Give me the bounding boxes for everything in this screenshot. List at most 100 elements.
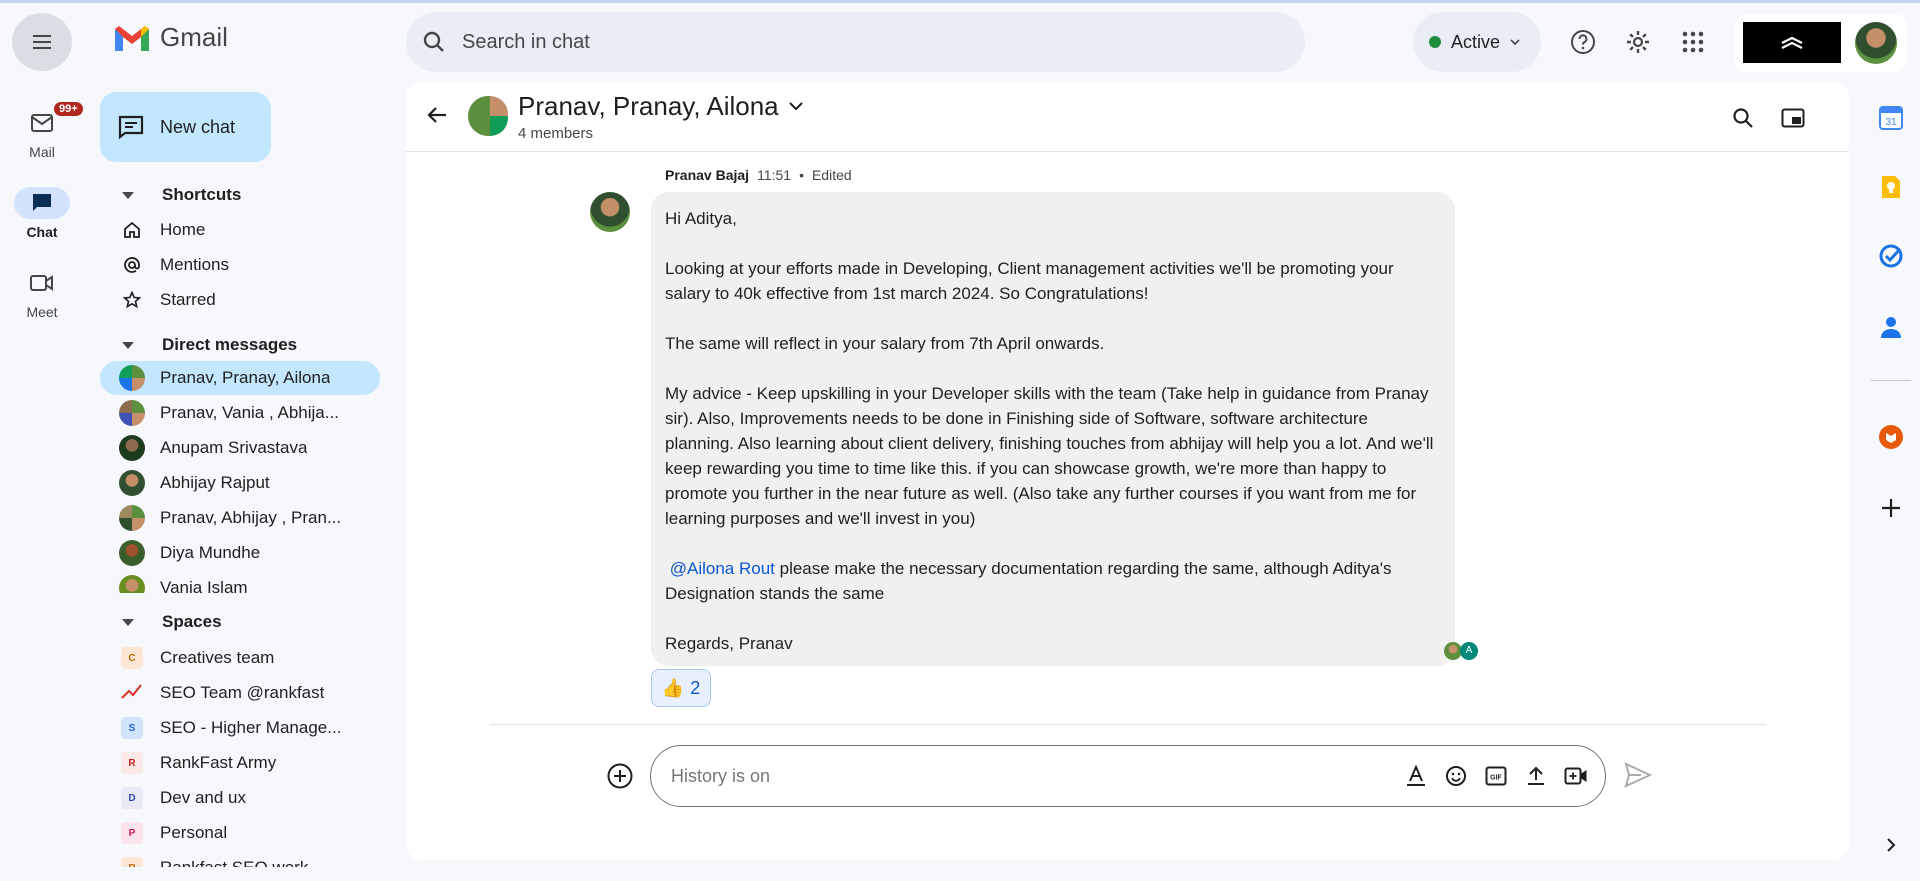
group-avatar bbox=[119, 365, 145, 391]
status-dropdown[interactable]: Active bbox=[1413, 12, 1541, 72]
rail-meet-label: Meet bbox=[26, 304, 58, 320]
chart-trend-icon bbox=[121, 682, 143, 705]
dm-item[interactable]: Pranav, Abhijay , Pran... bbox=[100, 501, 380, 535]
space-label: Personal bbox=[160, 823, 228, 842]
space-item[interactable]: R Rankfast SEO work bbox=[100, 851, 380, 867]
hide-side-panel-button[interactable] bbox=[1875, 829, 1907, 861]
group-avatar bbox=[119, 505, 145, 531]
conversation-header: Pranav, Pranay, Ailona 4 members bbox=[406, 82, 1849, 152]
back-button[interactable] bbox=[426, 104, 448, 129]
reaction-chip[interactable]: 👍 2 bbox=[651, 669, 711, 707]
plus-circle-icon bbox=[607, 763, 633, 789]
message-paragraph: My advice - Keep upskilling in your Deve… bbox=[665, 384, 1434, 528]
gear-icon bbox=[1627, 31, 1649, 53]
shortcuts-section-toggle[interactable]: Shortcuts bbox=[122, 185, 241, 205]
space-item[interactable]: P Personal bbox=[100, 816, 380, 850]
add-video-meeting-button[interactable] bbox=[1563, 762, 1589, 790]
at-sign-icon bbox=[118, 256, 146, 274]
settings-button[interactable] bbox=[1618, 22, 1658, 62]
gmail-logo[interactable]: Gmail bbox=[112, 22, 228, 53]
gif-button[interactable]: GIF bbox=[1483, 762, 1509, 790]
shortcut-starred[interactable]: Starred bbox=[100, 283, 380, 317]
tasks-app-button[interactable] bbox=[1875, 240, 1907, 272]
text-format-icon bbox=[1407, 765, 1425, 786]
thumbs-up-icon: 👍 bbox=[661, 677, 685, 698]
new-chat-label: New chat bbox=[160, 116, 236, 137]
message-greeting: Hi Aditya, bbox=[665, 209, 737, 228]
dm-label: Abhijay Rajput bbox=[160, 473, 270, 492]
contacts-app-button[interactable] bbox=[1875, 311, 1907, 343]
apps-button[interactable] bbox=[1673, 22, 1713, 62]
format-text-button[interactable] bbox=[1403, 762, 1429, 790]
rail-mail[interactable]: 99+ Mail bbox=[0, 100, 85, 160]
shortcut-home[interactable]: Home bbox=[100, 213, 380, 247]
message-paragraph: @Ailona Rout please make the necessary d… bbox=[665, 556, 1441, 606]
dm-item[interactable]: Anupam Srivastava bbox=[100, 431, 380, 465]
chevron-right-icon bbox=[1887, 838, 1896, 852]
new-chat-icon bbox=[118, 115, 144, 139]
rail-chat[interactable]: Chat bbox=[0, 187, 84, 240]
search-input[interactable] bbox=[462, 30, 1262, 54]
space-item[interactable]: R RankFast Army bbox=[100, 746, 380, 780]
emoji-button[interactable] bbox=[1443, 762, 1469, 790]
space-label: Creatives team bbox=[160, 648, 275, 667]
send-button[interactable] bbox=[1624, 762, 1653, 791]
spaces-section-toggle[interactable]: Spaces bbox=[122, 612, 222, 632]
keep-app-button[interactable] bbox=[1875, 171, 1907, 203]
new-chat-button[interactable]: New chat bbox=[100, 92, 271, 162]
space-item[interactable]: SEO Team @rankfast bbox=[100, 676, 380, 710]
message-composer[interactable]: GIF bbox=[650, 745, 1606, 807]
space-item[interactable]: D Dev and ux bbox=[100, 781, 380, 815]
chat-icon bbox=[33, 194, 51, 211]
read-receipts[interactable]: A bbox=[1444, 642, 1478, 660]
dm-item[interactable]: Pranav, Pranay, Ailona bbox=[100, 361, 380, 395]
search-icon[interactable] bbox=[406, 31, 462, 53]
top-progress-line bbox=[0, 0, 1920, 3]
space-label: SEO - Higher Manage... bbox=[160, 718, 342, 737]
dm-item[interactable]: Vania Islam bbox=[100, 571, 380, 593]
dm-item[interactable]: Diya Mundhe bbox=[100, 536, 380, 570]
user-mention[interactable]: @Ailona Rout bbox=[670, 559, 775, 578]
message-bubble[interactable]: Hi Aditya, Looking at your efforts made … bbox=[651, 192, 1455, 666]
upload-file-button[interactable] bbox=[1523, 762, 1549, 790]
read-avatar: A bbox=[1460, 642, 1478, 660]
dm-item[interactable]: Abhijay Rajput bbox=[100, 466, 380, 500]
gif-icon: GIF bbox=[1485, 766, 1507, 786]
dm-label: Vania Islam bbox=[160, 578, 248, 593]
help-button[interactable] bbox=[1563, 22, 1603, 62]
main-menu-button[interactable] bbox=[12, 13, 72, 71]
open-in-popup-button[interactable] bbox=[1777, 102, 1809, 134]
mail-icon bbox=[31, 114, 53, 132]
message-meta: Pranav Bajaj 11:51 • Edited bbox=[665, 167, 852, 183]
conversation-title-dropdown[interactable]: Pranav, Pranay, Ailona bbox=[518, 91, 803, 122]
dm-label: Pranav, Pranay, Ailona bbox=[160, 368, 331, 387]
edited-label: Edited bbox=[811, 167, 852, 183]
space-avatar: R bbox=[121, 752, 143, 774]
search-bar[interactable] bbox=[406, 12, 1305, 72]
rail-meet[interactable]: Meet bbox=[0, 267, 84, 320]
space-avatar: P bbox=[121, 822, 143, 844]
group-avatar bbox=[119, 400, 145, 426]
side-panel: 31 bbox=[1862, 0, 1920, 881]
search-conversation-button[interactable] bbox=[1727, 102, 1759, 134]
side-panel-divider bbox=[1871, 380, 1911, 381]
dm-label: Pranav, Abhijay , Pran... bbox=[160, 508, 342, 527]
member-count[interactable]: 4 members bbox=[518, 125, 593, 142]
dm-section-toggle[interactable]: Direct messages bbox=[122, 335, 297, 355]
addon-app-button[interactable] bbox=[1875, 421, 1907, 453]
shortcut-mentions[interactable]: Mentions bbox=[100, 248, 380, 282]
dm-item[interactable]: Pranav, Vania , Abhija... bbox=[100, 396, 380, 430]
caret-down-icon bbox=[122, 618, 134, 626]
add-attachment-button[interactable] bbox=[606, 762, 634, 793]
sender-avatar[interactable] bbox=[590, 192, 630, 232]
conversation-title: Pranav, Pranay, Ailona bbox=[518, 91, 779, 121]
separator-dot: • bbox=[799, 167, 804, 183]
space-item[interactable]: C Creatives team bbox=[100, 641, 380, 675]
calendar-app-button[interactable]: 31 bbox=[1875, 102, 1907, 134]
user-avatar bbox=[119, 540, 145, 566]
message-paragraph: The same will reflect in your salary fro… bbox=[665, 334, 1105, 353]
get-addons-button[interactable] bbox=[1875, 492, 1907, 524]
message-input[interactable] bbox=[671, 765, 1371, 787]
space-item[interactable]: S SEO - Higher Manage... bbox=[100, 711, 380, 745]
sender-name[interactable]: Pranav Bajaj bbox=[665, 167, 749, 183]
